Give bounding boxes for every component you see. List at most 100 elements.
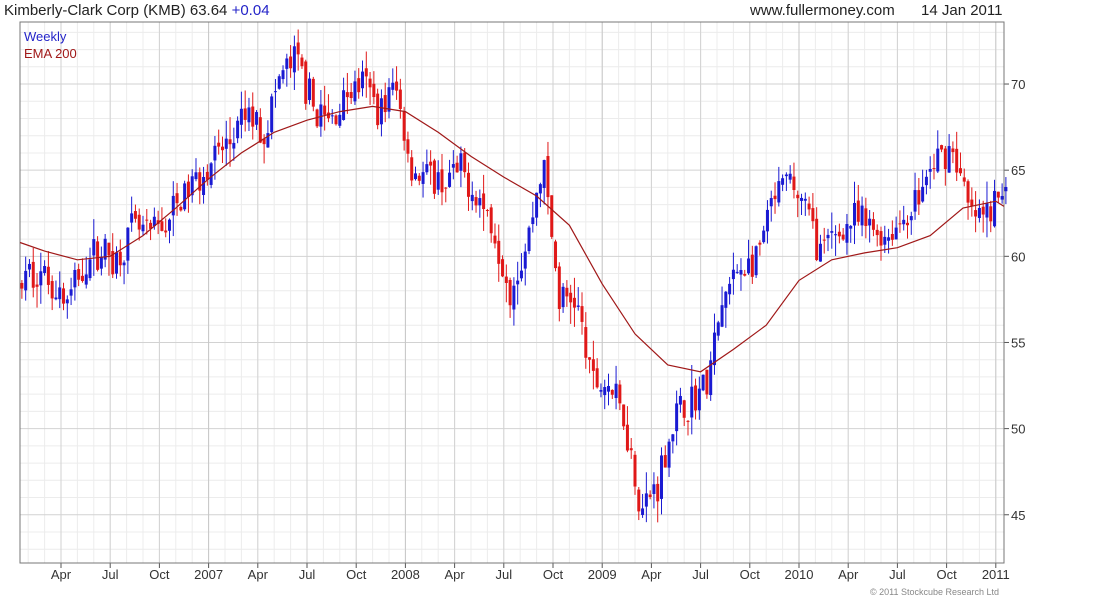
candle-body [523, 251, 527, 269]
candle-body [644, 493, 648, 507]
x-tick-label: Apr [838, 567, 859, 582]
candle-body [183, 183, 187, 210]
legend-weekly: Weekly [24, 29, 67, 44]
candle-body [572, 297, 576, 308]
candle-body [678, 395, 682, 405]
candle-body [917, 190, 921, 205]
candle-body [618, 384, 622, 404]
candle-body [731, 269, 735, 280]
x-tick-label: 2007 [194, 567, 223, 582]
candle-body [970, 199, 974, 207]
candle-body [584, 327, 588, 358]
candle-body [932, 168, 936, 170]
candle-body [466, 172, 470, 197]
candle-body [974, 210, 978, 217]
y-tick-label: 65 [1011, 163, 1025, 178]
candle-body [788, 173, 792, 180]
candle-body [92, 239, 96, 256]
candle-body [413, 173, 417, 180]
candle-body [588, 357, 592, 360]
candle-body [697, 388, 701, 411]
candle-body [856, 200, 860, 222]
candle-body [800, 197, 804, 201]
candle-body [228, 139, 232, 145]
candle-body [1000, 196, 1004, 200]
candle-body [614, 383, 618, 399]
candle-body [815, 218, 819, 261]
candle-body [527, 227, 531, 252]
price-chart: 45 50 55 60 65 70 Apr Jul Oct 2007 Apr Jul Oct 2008 Ap… [19, 21, 1025, 582]
candle-body [682, 400, 686, 418]
candle-body [213, 145, 217, 161]
candle-body [247, 107, 251, 123]
candle-body [39, 271, 43, 286]
candle-body [739, 270, 743, 275]
candle-body [410, 157, 414, 181]
candle-body [633, 454, 637, 487]
candle-body [43, 266, 47, 273]
legend-ema: EMA 200 [24, 46, 77, 61]
candle-body [273, 91, 277, 93]
candle-body [841, 234, 845, 240]
candle-body [141, 224, 145, 232]
candle-body [864, 208, 868, 226]
candle-body [96, 241, 100, 270]
candle-body [818, 243, 822, 262]
candle-body [485, 210, 489, 212]
candle-body [270, 96, 274, 133]
candle-body [531, 217, 535, 225]
candle-body [353, 81, 357, 102]
candle-body [652, 484, 656, 494]
candle-body [890, 233, 894, 240]
candle-body [167, 219, 171, 231]
x-tick-label: Oct [346, 567, 367, 582]
candle-body [118, 251, 122, 266]
candle-body [232, 142, 236, 149]
candle-body [603, 387, 607, 396]
candle-body [648, 494, 652, 498]
candle-body [909, 216, 913, 221]
candle-body [289, 56, 293, 69]
candle-body [311, 78, 315, 107]
candle-body [209, 163, 213, 185]
candle-body [194, 172, 198, 180]
candle-body [236, 120, 240, 139]
candle-body [887, 237, 891, 241]
candle-body [372, 83, 376, 98]
x-tick-label: Oct [740, 567, 761, 582]
candle-body [781, 178, 785, 185]
candle-body [501, 259, 505, 277]
candle-body [879, 231, 883, 246]
candle-body [796, 194, 800, 199]
candle-body [319, 104, 323, 127]
x-tick-label: Apr [641, 567, 662, 582]
candle-body [398, 89, 402, 109]
candle-body [830, 231, 834, 233]
candle-body [637, 489, 641, 512]
candle-body [20, 282, 24, 289]
candle-body [421, 172, 425, 184]
candle-body [565, 287, 569, 297]
candle-body [860, 205, 864, 226]
candle-body [989, 206, 993, 222]
candle-body [659, 455, 663, 499]
candle-body [175, 193, 179, 204]
candle-body [251, 106, 255, 127]
candle-body [115, 252, 119, 274]
candle-body [871, 219, 875, 230]
candle-body [663, 455, 667, 468]
candle-body [784, 174, 788, 177]
candle-body [417, 175, 421, 181]
candle-body [376, 93, 380, 126]
candle-body [459, 153, 463, 171]
candle-body [406, 139, 410, 154]
candle-body [512, 285, 516, 310]
candle-body [550, 195, 554, 237]
candle-body [667, 441, 671, 468]
candle-body [364, 68, 368, 77]
candle-body [686, 420, 690, 422]
candle-body [239, 108, 243, 125]
candle-body [883, 236, 887, 245]
candle-body [292, 46, 296, 73]
candle-body [88, 259, 92, 279]
